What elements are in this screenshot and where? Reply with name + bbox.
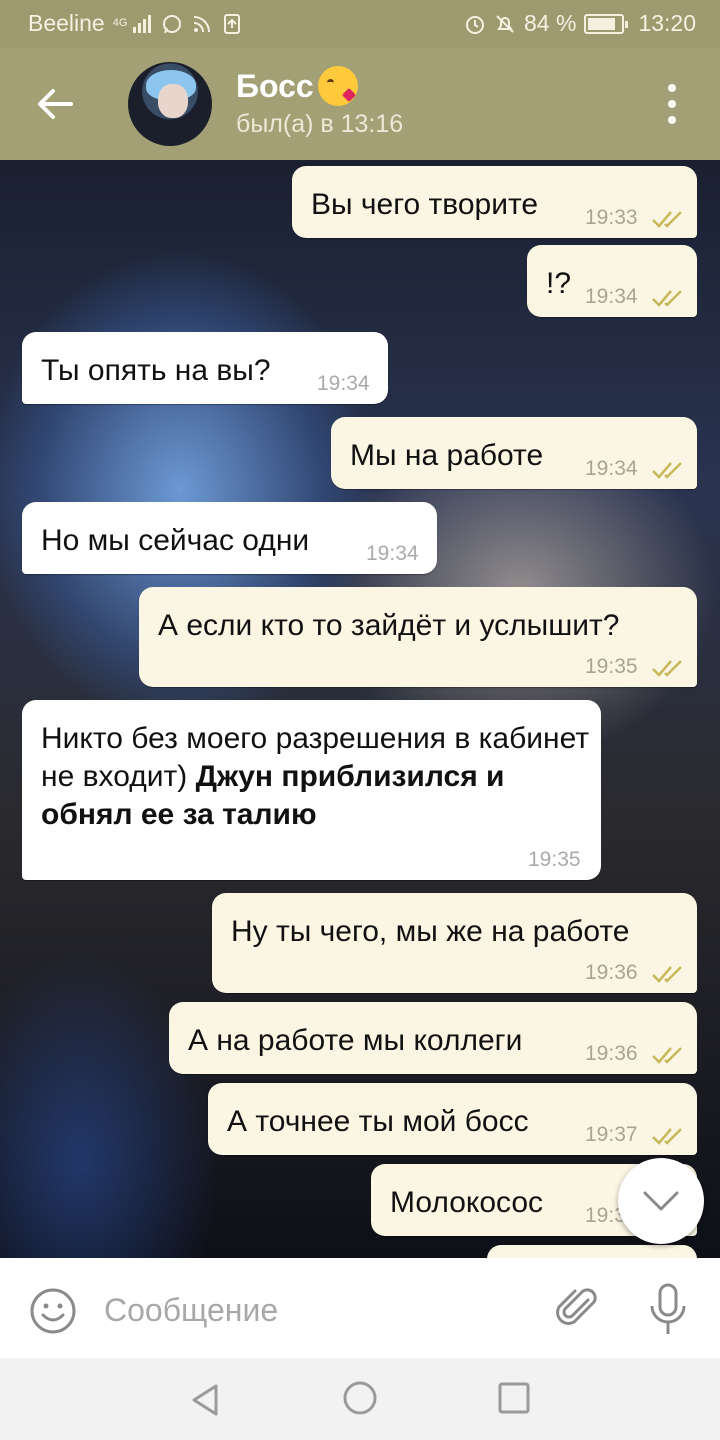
message-bubble-incoming[interactable]: Ты опять на вы? 19:34: [22, 332, 388, 404]
message-bubble-outgoing[interactable]: А точнее ты мой босс 19:37: [208, 1083, 697, 1155]
message-bubble-incoming[interactable]: Никто без моего разрешения в кабинет не …: [22, 700, 601, 880]
message-time: 19:36: [585, 961, 638, 984]
rss-icon: [194, 15, 211, 32]
message-text: А если кто то зайдёт и услышит?: [158, 609, 620, 642]
message-text: Ну ты чего, мы же на работе: [231, 915, 630, 948]
more-vertical-icon: [668, 84, 676, 92]
microphone-icon[interactable]: [646, 1282, 690, 1338]
battery-percent: 84 %: [524, 10, 577, 36]
message-bubble-outgoing[interactable]: Вы чего творите 19:33: [292, 166, 697, 238]
carrier-label: Beeline: [28, 10, 105, 36]
message-time: 19:34: [366, 542, 419, 565]
contact-name-label: Босс: [236, 67, 314, 104]
double-check-icon: [652, 290, 682, 307]
message-text: А на работе мы коллеги: [188, 1024, 523, 1057]
message-text: Никто без моего разрешения в кабинет не …: [41, 720, 601, 834]
back-button[interactable]: [30, 82, 80, 126]
message-bubble-outgoing[interactable]: Мы на работе 19:34: [331, 417, 697, 489]
nav-home-icon[interactable]: [340, 1378, 380, 1418]
avatar[interactable]: [128, 62, 212, 146]
contact-name[interactable]: Босс: [236, 66, 358, 106]
upload-icon: [224, 13, 241, 34]
scroll-to-bottom-button[interactable]: [618, 1158, 704, 1244]
message-input[interactable]: [104, 1290, 524, 1330]
chevron-down-icon: [643, 1191, 679, 1211]
message-time: 19:34: [317, 372, 370, 395]
smiley-icon[interactable]: [28, 1286, 78, 1336]
double-check-icon: [652, 462, 682, 479]
clock: 13:20: [638, 10, 696, 36]
message-text: Но мы сейчас одни: [41, 524, 310, 557]
chat-header: Босс был(а) в 13:16: [0, 48, 720, 160]
message-composer: [0, 1258, 720, 1358]
double-check-icon: [652, 1128, 682, 1145]
message-time: 19:36: [585, 1042, 638, 1065]
nav-recents-icon[interactable]: [494, 1378, 534, 1418]
more-options-button[interactable]: [660, 84, 684, 124]
nav-back-icon[interactable]: [186, 1380, 226, 1420]
double-check-icon: [652, 660, 682, 677]
alarm-icon: [466, 15, 484, 34]
message-text: !?: [546, 267, 572, 300]
message-text: Молокосос: [390, 1186, 544, 1219]
message-time: 19:33: [585, 206, 638, 229]
message-time: 19:37: [585, 1123, 638, 1146]
message-time: 19:35: [528, 848, 581, 871]
last-seen-status: был(а) в 13:16: [236, 110, 404, 138]
signal-icon: [133, 14, 152, 33]
paperclip-icon[interactable]: [552, 1284, 602, 1334]
message-bubble-outgoing[interactable]: !? 19:34: [527, 245, 697, 317]
system-nav-bar: [0, 1358, 720, 1440]
message-text: Вы чего творите: [311, 188, 539, 221]
message-bubble-outgoing[interactable]: Ну ты чего, мы же на работе 19:36: [212, 893, 697, 993]
message-text: Мы на работе: [350, 439, 544, 472]
message-bubble-outgoing[interactable]: А если кто то зайдёт и услышит? 19:35: [139, 587, 697, 687]
whatsapp-icon: [163, 14, 182, 33]
double-check-icon: [652, 1047, 682, 1064]
message-bubble-outgoing[interactable]: [487, 1245, 697, 1258]
message-time: 19:35: [585, 655, 638, 678]
double-check-icon: [652, 211, 682, 228]
battery-icon: [584, 13, 629, 34]
face-blowing-kiss-icon: [317, 66, 358, 106]
mute-bell-icon: [496, 14, 514, 33]
arrow-left-icon: [38, 89, 73, 119]
message-time: 19:34: [585, 457, 638, 480]
message-text: А точнее ты мой босс: [227, 1105, 529, 1138]
message-text: Ты опять на вы?: [41, 354, 271, 387]
network-label: 4G: [112, 17, 128, 29]
message-time: 19:34: [585, 285, 638, 308]
message-bubble-outgoing[interactable]: А на работе мы коллеги 19:36: [169, 1002, 697, 1074]
double-check-icon: [652, 966, 682, 983]
message-list[interactable]: Вы чего творите 19:33 !? 19:34 Ты опять …: [0, 160, 720, 1258]
message-bubble-incoming[interactable]: Но мы сейчас одни 19:34: [22, 502, 437, 574]
status-bar: Beeline 4G 84 % 13:20: [0, 0, 720, 48]
